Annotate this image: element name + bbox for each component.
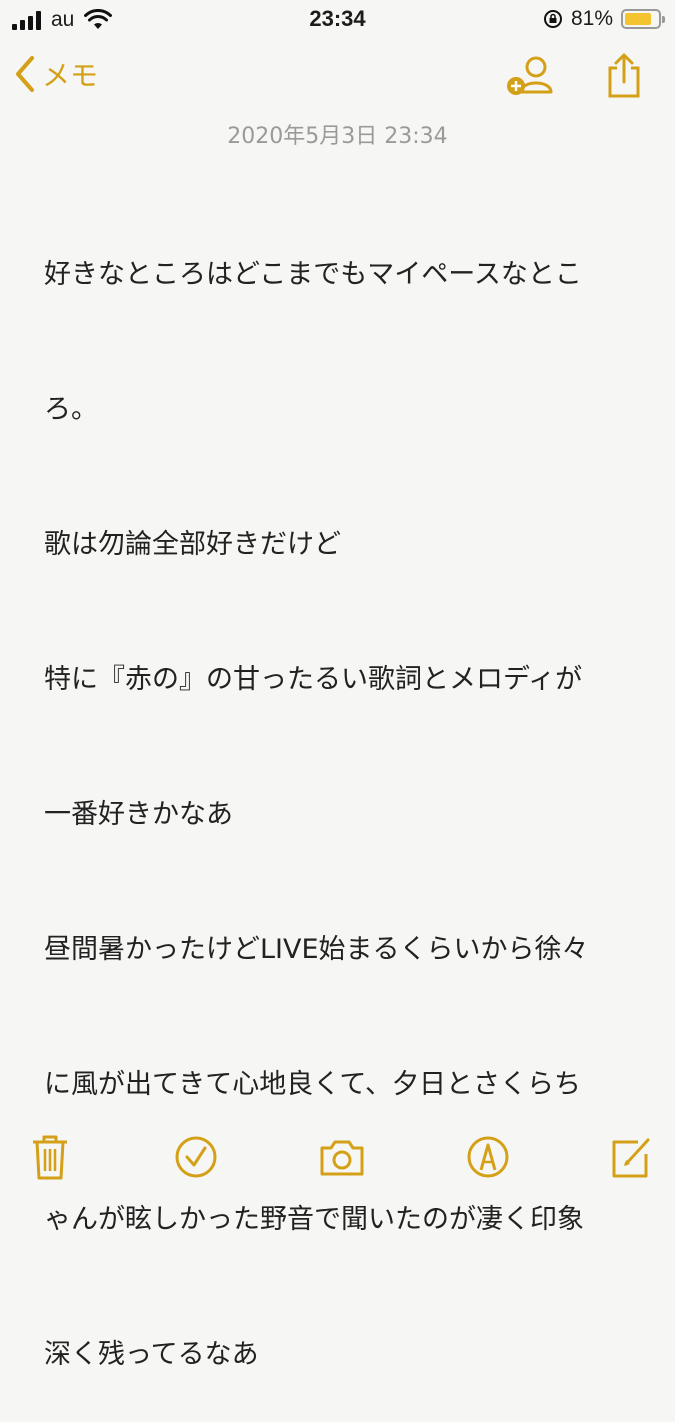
note-line: 昼間暑かったけどLIVE始まるくらいから徐々: [44, 934, 589, 965]
note-line: 好きなところはどこまでもマイペースなとこ: [44, 259, 582, 290]
compose-icon[interactable]: [608, 1132, 654, 1182]
bottom-toolbar: [0, 1120, 675, 1200]
markup-icon[interactable]: [466, 1132, 510, 1182]
trash-icon[interactable]: [30, 1132, 70, 1182]
note-date: 2020年5月3日 23:34: [227, 124, 448, 149]
add-people-icon[interactable]: [504, 52, 556, 100]
note-line: ゃんが眩しかった野音で聞いたのが凄く印象: [44, 1204, 584, 1235]
note-body[interactable]: 好きなところはどこまでもマイペースなとこ ろ。 歌は勿論全部好きだけど 特に『赤…: [44, 162, 644, 1422]
note-line: に風が出てきて心地良くて、夕日とさくらち: [44, 1069, 582, 1100]
checklist-icon[interactable]: [174, 1132, 218, 1182]
orientation-lock-icon: [543, 10, 562, 28]
status-right: 81%: [543, 7, 665, 31]
camera-icon[interactable]: [318, 1132, 366, 1182]
note-line: 一番好きかなあ: [44, 799, 233, 830]
note-line: ろ。: [44, 394, 98, 425]
chevron-left-icon: [16, 56, 34, 92]
battery-percent: 81%: [570, 7, 613, 30]
note-line: 深く残ってるなあ: [44, 1339, 259, 1370]
share-icon[interactable]: [604, 52, 644, 100]
back-label: メモ: [42, 59, 99, 92]
note-line: 歌は勿論全部好きだけど: [44, 529, 341, 560]
battery-fill: [625, 13, 651, 25]
status-bar: au 23:34 81%: [0, 0, 675, 40]
nav-bar: メモ: [0, 48, 675, 104]
note-line: 特に『赤の』の甘ったるい歌詞とメロディが: [44, 664, 583, 695]
back-button[interactable]: メモ: [14, 54, 98, 94]
battery-icon: [621, 9, 665, 29]
